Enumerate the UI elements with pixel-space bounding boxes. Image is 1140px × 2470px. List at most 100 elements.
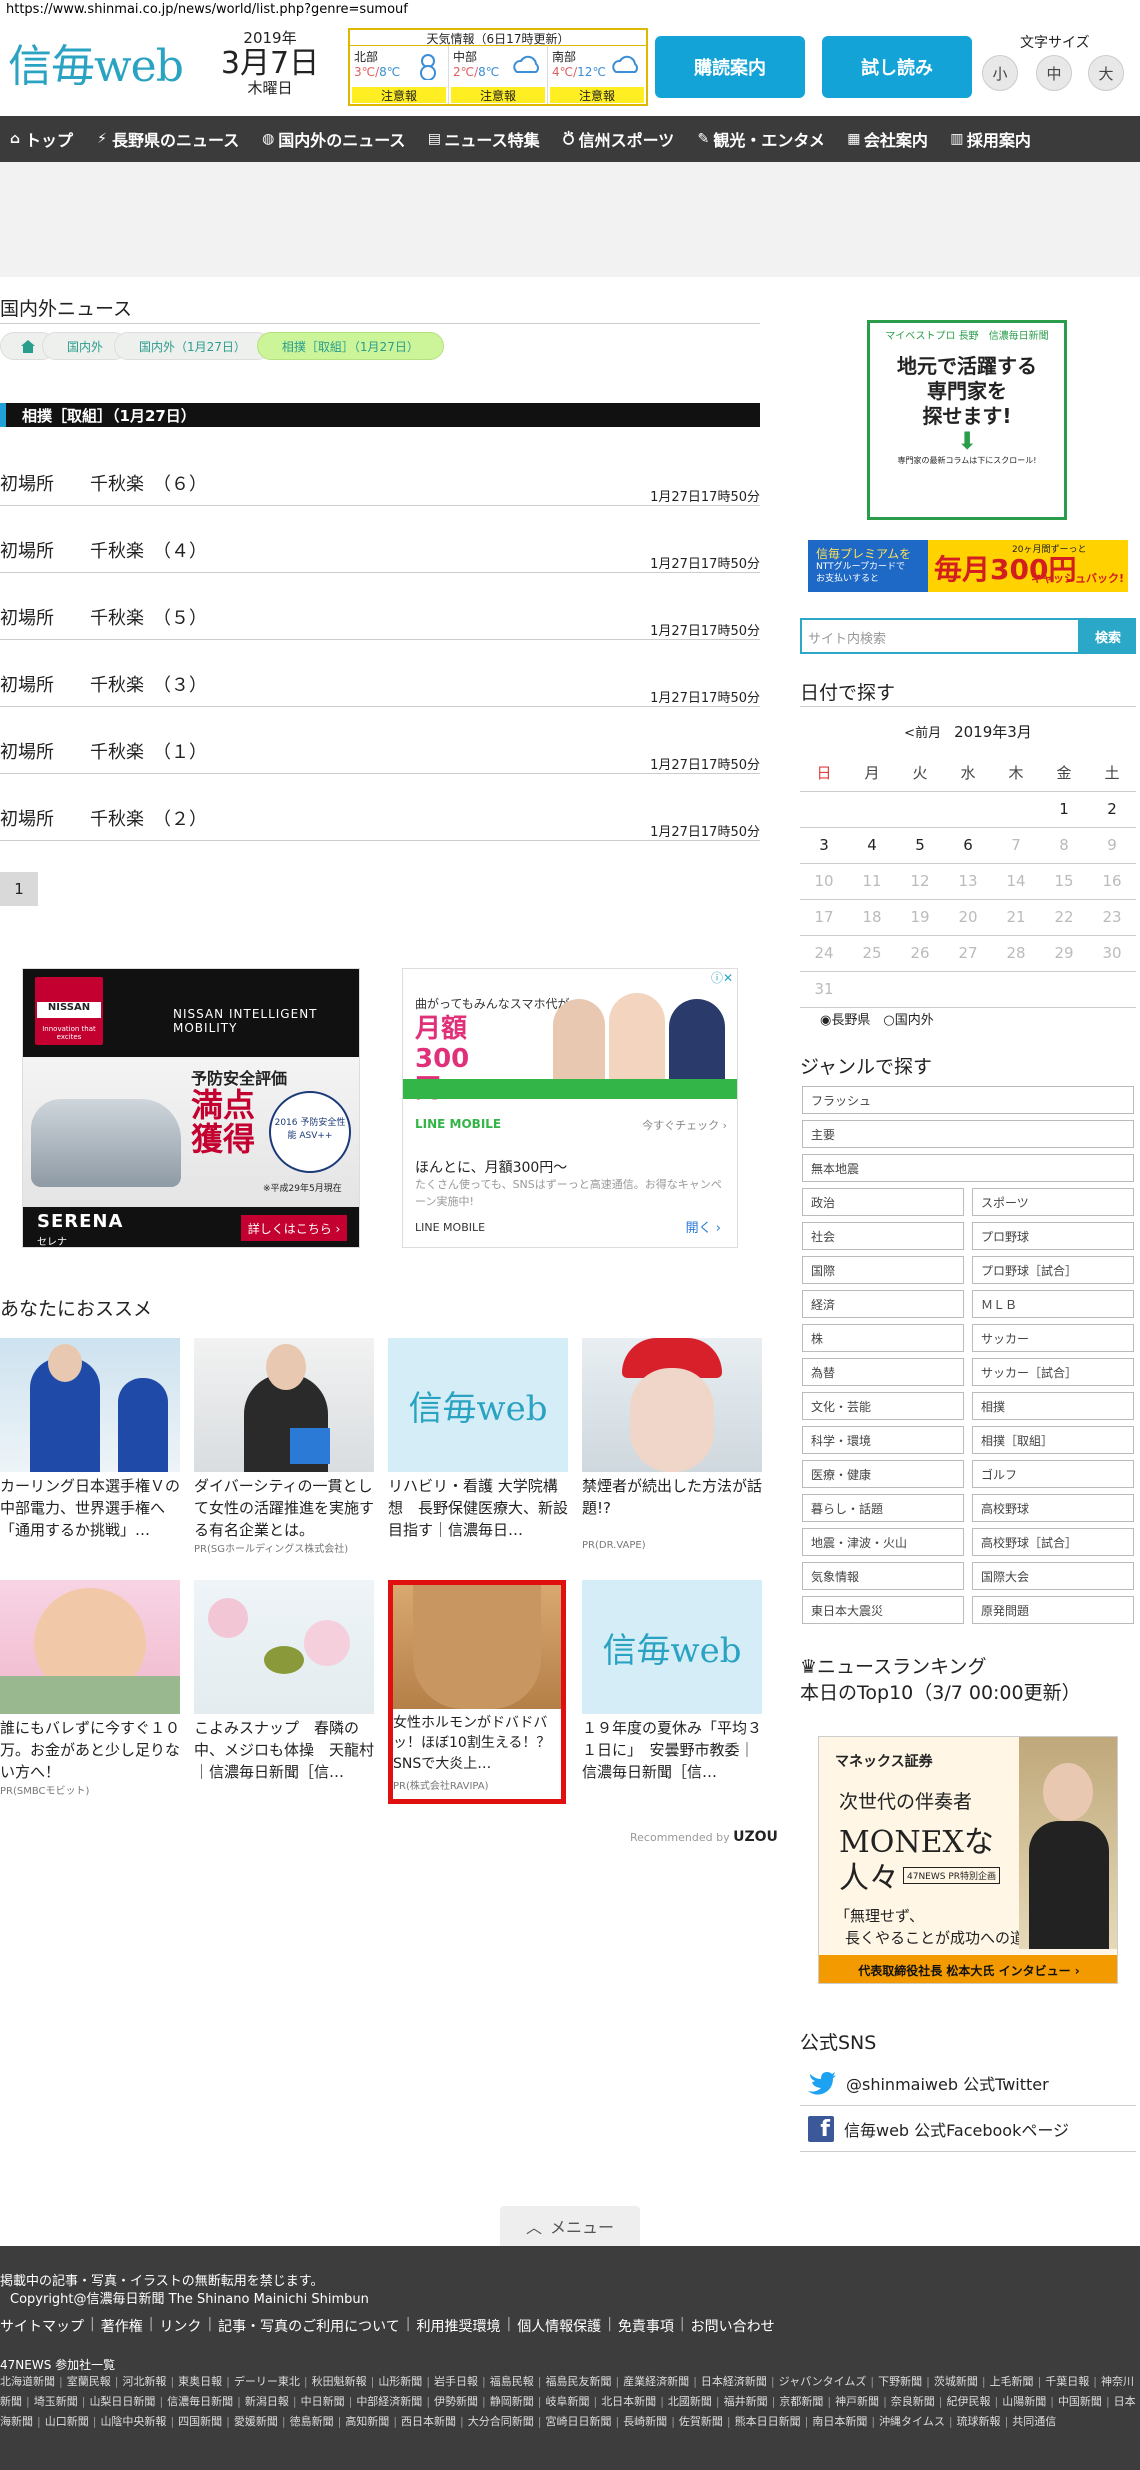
footer-paper-link[interactable]: 福島民報	[490, 2375, 534, 2388]
footer-paper-link[interactable]: 千葉日報	[1045, 2375, 1089, 2388]
footer-paper-link[interactable]: 産業経済新聞	[623, 2375, 689, 2388]
news-item[interactable]: 初場所 千秋楽 （５） 1月27日17時50分	[0, 594, 760, 640]
twitter-link[interactable]: @shinmaiweb 公式Twitter	[800, 2060, 1136, 2106]
footer-paper-link[interactable]: 大分合同新聞	[468, 2415, 534, 2428]
footer-paper-link[interactable]: 奈良新聞	[891, 2395, 935, 2408]
footer-link[interactable]: 個人情報保護	[517, 2316, 601, 2336]
genre-item[interactable]: 原発問題	[972, 1596, 1134, 1624]
footer-paper-link[interactable]: 愛媛新聞	[234, 2415, 278, 2428]
recommend-card[interactable]: 女性ホルモンがドバドバッ！ほぼ10割生える！？SNSで大炎上… PR(株式会社R…	[388, 1580, 566, 1804]
footer-menu-toggle[interactable]: ︿ メニュー	[500, 2206, 640, 2246]
footer-paper-link[interactable]: 山陽新聞	[1002, 2395, 1046, 2408]
news-item[interactable]: 初場所 千秋楽 （４） 1月27日17時50分	[0, 527, 760, 573]
premium-cashback-ad[interactable]: 信毎プレミアムを NTTグループカードで お支払いすると 20ヶ月間ずーっと 毎…	[808, 540, 1128, 592]
ad-choices-icon[interactable]: ⓘ✕	[711, 969, 733, 986]
footer-link[interactable]: 著作権	[101, 2316, 143, 2336]
recommend-card[interactable]: 誰にもバレずに今すぐ１０万。お金があと少し足りない方へ！ PR(SMBCモビット…	[0, 1580, 180, 1800]
line-open-link[interactable]: 開く ›	[686, 1217, 721, 1236]
genre-item[interactable]: プロ野球［試合］	[972, 1256, 1134, 1284]
footer-paper-link[interactable]: 高知新聞	[345, 2415, 389, 2428]
genre-item[interactable]: 暮らし・話題	[802, 1494, 964, 1522]
nav-item-sports[interactable]: ⛣ 信州スポーツ	[562, 127, 675, 151]
font-size-medium-button[interactable]: 中	[1036, 55, 1072, 91]
trial-read-button[interactable]: 試し読み	[822, 36, 972, 98]
nav-item-nagano-news[interactable]: ⚡ 長野県のニュース	[95, 127, 239, 151]
footer-paper-link[interactable]: 福井新聞	[724, 2395, 768, 2408]
footer-paper-link[interactable]: 北海道新聞	[0, 2375, 55, 2388]
footer-paper-link[interactable]: 埼玉新聞	[34, 2395, 78, 2408]
footer-paper-link[interactable]: 宮崎日日新聞	[545, 2415, 611, 2428]
genre-item[interactable]: 国際	[802, 1256, 964, 1284]
footer-paper-link[interactable]: 山口新聞	[45, 2415, 89, 2428]
footer-paper-link[interactable]: 伊勢新聞	[434, 2395, 478, 2408]
footer-paper-link[interactable]: 京都新聞	[779, 2395, 823, 2408]
footer-paper-link[interactable]: 岐阜新聞	[545, 2395, 589, 2408]
footer-paper-link[interactable]: 上毛新聞	[990, 2375, 1034, 2388]
footer-paper-link[interactable]: 岩手日報	[434, 2375, 478, 2388]
calendar-prev-link[interactable]: <前月	[904, 726, 941, 741]
news-title[interactable]: 初場所 千秋楽 （２）	[0, 805, 207, 831]
footer-paper-link[interactable]: 静岡新聞	[490, 2395, 534, 2408]
footer-paper-link[interactable]: 南日本新聞	[812, 2415, 867, 2428]
genre-item[interactable]: 高校野球	[972, 1494, 1134, 1522]
news-title[interactable]: 初場所 千秋楽 （４）	[0, 537, 207, 563]
card-text[interactable]: カーリング日本選手権Ｖの中部電力、世界選手権へ「通用するか挑戦」…	[0, 1476, 180, 1538]
calendar-day[interactable]: 4	[848, 827, 896, 864]
genre-item[interactable]: 無本地震	[802, 1154, 1134, 1182]
footer-paper-link[interactable]: 山陰中央新報	[100, 2415, 166, 2428]
subscribe-button[interactable]: 購読案内	[655, 36, 805, 98]
footer-paper-link[interactable]: 琉球新報	[957, 2415, 1001, 2428]
recommend-card[interactable]: 信毎web １９年度の夏休み「平均３１日に」 安曇野市教委｜信濃毎日新聞［信…	[582, 1580, 762, 1800]
footer-link[interactable]: 免責事項	[618, 2316, 674, 2336]
line-mobile-ad[interactable]: ⓘ✕ 曲がってもみんなスマホ代が 月額300円~ LINE MOBILE 今すぐ…	[402, 968, 738, 1248]
calendar-day[interactable]: 5	[896, 827, 944, 864]
footer-link[interactable]: 記事・写真のご利用について	[218, 2316, 400, 2336]
footer-paper-link[interactable]: 共同通信	[1012, 2415, 1056, 2428]
genre-item[interactable]: 地震・津波・火山	[802, 1528, 964, 1556]
genre-item[interactable]: 社会	[802, 1222, 964, 1250]
genre-item[interactable]: 相撲	[972, 1392, 1134, 1420]
weather-widget[interactable]: 天気情報（6日17時更新） 北部 3℃/8℃ 注意報 中部 2℃/8℃ 注意報 …	[348, 28, 648, 106]
nav-item-features[interactable]: ▤ ニュース特集	[427, 127, 540, 151]
footer-paper-link[interactable]: 東奥日報	[178, 2375, 222, 2388]
card-text[interactable]: こよみスナップ 春隣の中、メジロも体操 天龍村｜信濃毎日新聞［信…	[194, 1718, 374, 1780]
footer-paper-link[interactable]: 佐賀新聞	[679, 2415, 723, 2428]
footer-paper-link[interactable]: 紀伊民報	[947, 2395, 991, 2408]
radio-nagano[interactable]: ◉長野県	[820, 1013, 870, 1028]
genre-item[interactable]: 東日本大震災	[802, 1596, 964, 1624]
news-title[interactable]: 初場所 千秋楽 （３）	[0, 671, 207, 697]
footer-paper-link[interactable]: 沖縄タイムス	[879, 2415, 945, 2428]
pagination-page[interactable]: 1	[0, 872, 38, 906]
line-check-link[interactable]: 今すぐチェック ›	[642, 1117, 727, 1133]
footer-paper-link[interactable]: 日本経済新聞	[701, 2375, 767, 2388]
genre-item[interactable]: 相撲［取組］	[972, 1426, 1134, 1454]
radio-world[interactable]: ○国内外	[883, 1013, 933, 1028]
monex-cta[interactable]: 代表取締役社長 松本大氏 インタビュー ›	[819, 1955, 1117, 1983]
news-item[interactable]: 初場所 千秋楽 （３） 1月27日17時50分	[0, 661, 760, 707]
card-text[interactable]: １９年度の夏休み「平均３１日に」 安曇野市教委｜信濃毎日新聞［信…	[582, 1718, 762, 1780]
genre-item[interactable]: 主要	[802, 1120, 1134, 1148]
calendar-day[interactable]: 2	[1088, 791, 1136, 828]
genre-item[interactable]: スポーツ	[972, 1188, 1134, 1216]
recommend-card[interactable]: カーリング日本選手権Ｖの中部電力、世界選手権へ「通用するか挑戦」…	[0, 1338, 180, 1558]
genre-item[interactable]: プロ野球	[972, 1222, 1134, 1250]
recommend-card[interactable]: 禁煙者が続出した方法が話題!? PR(DR.VAPE)	[582, 1338, 762, 1558]
footer-paper-link[interactable]: 北日本新聞	[601, 2395, 656, 2408]
genre-item[interactable]: ＭＬＢ	[972, 1290, 1134, 1318]
genre-item[interactable]: 文化・芸能	[802, 1392, 964, 1420]
footer-paper-link[interactable]: 中日新聞	[301, 2395, 345, 2408]
footer-paper-link[interactable]: 長崎新聞	[623, 2415, 667, 2428]
facebook-link[interactable]: f 信毎web 公式Facebookページ	[800, 2106, 1136, 2152]
card-text[interactable]: ダイバーシティの一貫として女性の活躍推進を実施する有名企業とは。	[194, 1476, 374, 1538]
font-size-small-button[interactable]: 小	[982, 55, 1018, 91]
footer-paper-link[interactable]: 秋田魁新報	[312, 2375, 367, 2388]
mybestpro-ad[interactable]: マイベストプロ 長野 信濃毎日新聞 地元で活躍する 専門家を 探せます! ⬇ 専…	[867, 320, 1067, 520]
genre-item[interactable]: 為替	[802, 1358, 964, 1386]
footer-paper-link[interactable]: 熊本日日新聞	[735, 2415, 801, 2428]
nav-item-leisure[interactable]: ✎ 観光・エンタメ	[696, 127, 824, 151]
footer-link[interactable]: サイトマップ	[0, 2316, 84, 2336]
footer-paper-link[interactable]: 中部経済新聞	[356, 2395, 422, 2408]
news-title[interactable]: 初場所 千秋楽 （６）	[0, 470, 207, 496]
genre-item[interactable]: サッカー	[972, 1324, 1134, 1352]
footer-link[interactable]: リンク	[159, 2316, 201, 2336]
